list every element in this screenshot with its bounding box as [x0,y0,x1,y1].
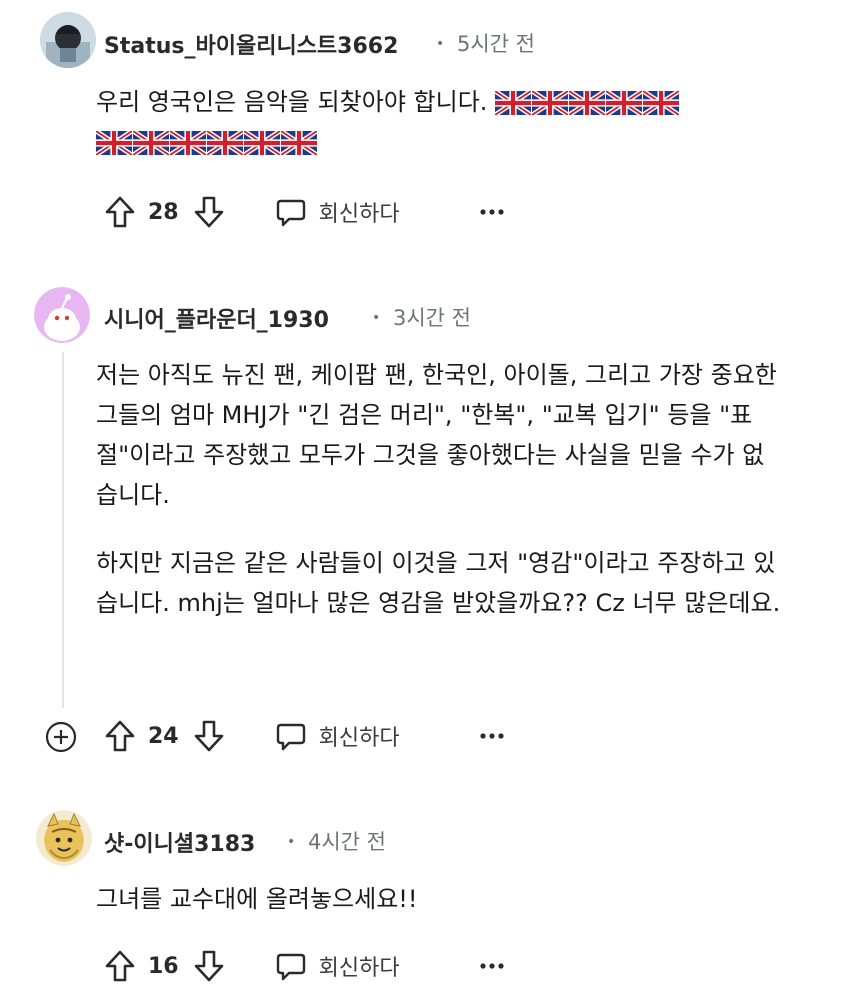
vote-score: 16 [148,953,179,979]
timestamp: • 3시간 전 [372,302,471,332]
arrow-down-icon[interactable] [193,719,225,753]
reply-label: 회신하다 [318,202,400,227]
reply-label: 회신하다 [318,726,400,751]
comment-body: 그녀를 교수대에 올려놓으세요!! [96,879,786,919]
separator-dot: • [287,834,296,850]
author-name[interactable]: 샷-이니셜3183 [104,826,255,858]
plus-circle-icon[interactable] [44,720,78,758]
union-jack-flag-icon [532,91,568,115]
union-jack-flag-icon [133,131,169,155]
timestamp-text: 3시간 전 [392,306,471,330]
union-jack-flag-icon [643,91,679,115]
union-jack-flags [96,131,318,155]
union-jack-flag-icon [244,131,280,155]
timestamp: • 5시간 전 [436,28,535,58]
timestamp-text: 5시간 전 [456,32,535,56]
separator-dot: • [436,36,445,52]
comment-actions: 24 회신하다 [104,716,504,756]
comment-paragraph: 하지만 지금은 같은 사람들이 이것을 그저 "영감"이라고 주장하고 있습니다… [96,549,781,617]
reply-button[interactable]: 회신하다 [275,196,400,228]
union-jack-flags [495,91,680,115]
author-name[interactable]: Status_바이올리니스트3662 [104,28,398,60]
avatar[interactable] [36,810,92,866]
vote-score: 28 [148,199,179,225]
reply-button[interactable]: 회신하다 [275,720,400,752]
arrow-down-icon[interactable] [193,195,225,229]
reply-button[interactable]: 회신하다 [275,950,400,982]
thread-line[interactable] [62,352,64,708]
union-jack-flag-icon [281,131,317,155]
timestamp: • 4시간 전 [287,826,386,856]
arrow-down-icon[interactable] [193,949,225,983]
comment-text: 우리 영국인은 음악을 되찾아야 합니다. [96,88,488,116]
separator-dot: • [372,310,381,326]
union-jack-flag-icon [606,91,642,115]
arrow-up-icon[interactable] [104,195,136,229]
ellipsis-icon[interactable] [479,962,504,970]
vote-score: 24 [148,723,179,749]
union-jack-flag-icon [170,131,206,155]
comment-body: 저는 아직도 뉴진 팬, 케이팝 팬, 한국인, 아이돌, 그리고 가장 중요한… [96,355,786,623]
speech-bubble-icon [275,196,307,228]
reply-label: 회신하다 [318,956,400,981]
union-jack-flag-icon [207,131,243,155]
comment-text: 그녀를 교수대에 올려놓으세요!! [96,885,418,913]
avatar[interactable] [34,287,90,343]
union-jack-flag-icon [96,131,132,155]
author-name[interactable]: 시니어_플라운더_1930 [104,302,329,334]
arrow-up-icon[interactable] [104,949,136,983]
speech-bubble-icon [275,950,307,982]
ellipsis-icon[interactable] [479,732,504,740]
comment-actions: 16 회신하다 [104,946,504,986]
speech-bubble-icon [275,720,307,752]
union-jack-flag-icon [495,91,531,115]
ellipsis-icon[interactable] [479,208,504,216]
avatar[interactable] [40,12,96,68]
comment-actions: 28 회신하다 [104,192,504,232]
timestamp-text: 4시간 전 [307,830,386,854]
comment-paragraph: 저는 아직도 뉴진 팬, 케이팝 팬, 한국인, 아이돌, 그리고 가장 중요한… [96,361,777,509]
comment-body: 우리 영국인은 음악을 되찾아야 합니다. [96,82,796,162]
arrow-up-icon[interactable] [104,719,136,753]
union-jack-flag-icon [569,91,605,115]
